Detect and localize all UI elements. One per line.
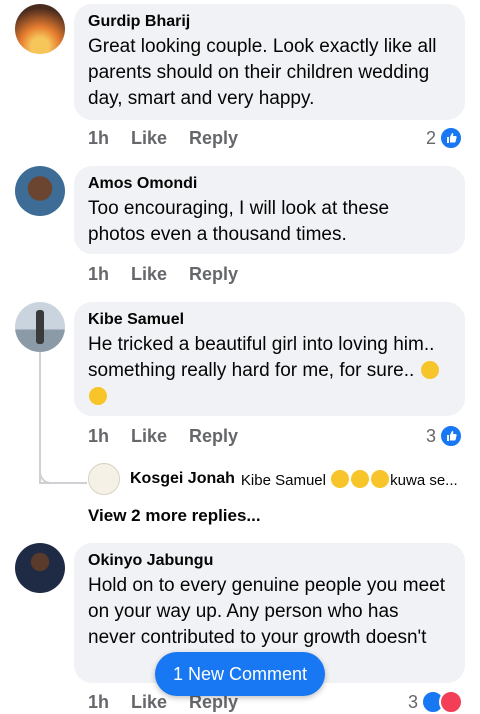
comment-text: Too encouraging, I will look at these ph… [88, 198, 390, 245]
laugh-emoji-icon [331, 469, 350, 488]
comment-author[interactable]: Gurdip Bharij [88, 12, 451, 32]
avatar[interactable] [15, 302, 65, 352]
like-button[interactable]: Like [131, 264, 167, 285]
reply-button[interactable]: Reply [189, 264, 238, 285]
comment-time[interactable]: 1h [88, 128, 109, 149]
thumbs-up-icon [439, 126, 463, 150]
reaction-summary[interactable]: 3 [408, 690, 463, 714]
comment-time[interactable]: 1h [88, 264, 109, 285]
reply-button[interactable]: Reply [189, 426, 238, 447]
comment-actions: 1h Like Reply [88, 264, 238, 285]
comment-bubble: Gurdip Bharij Great looking couple. Look… [74, 4, 465, 120]
reply-text-wrap: Kibe Samuel kuwa se... [241, 469, 458, 489]
reply-preview[interactable]: Kosgei Jonah Kibe Samuel kuwa se... [88, 462, 468, 496]
comment-author[interactable]: Okinyo Jabungu [88, 551, 451, 571]
like-button[interactable]: Like [131, 128, 167, 149]
avatar-figure [36, 310, 44, 344]
grin-emoji-icon [420, 361, 439, 379]
comment-actions: 1h Like Reply [88, 128, 238, 149]
comment-author[interactable]: Kibe Samuel [88, 310, 451, 330]
comment-bubble: Amos Omondi Too encouraging, I will look… [74, 166, 465, 254]
thumbs-up-icon [439, 424, 463, 448]
comment-author[interactable]: Amos Omondi [88, 174, 451, 194]
comment-text: He tricked a beautiful girl into loving … [88, 334, 435, 381]
avatar[interactable] [15, 543, 65, 593]
reply-text: kuwa se... [390, 471, 458, 489]
comment-text: Great looking couple. Look exactly like … [88, 36, 437, 109]
new-comment-button[interactable]: 1 New Comment [155, 652, 325, 696]
comment-bubble: Kibe Samuel He tricked a beautiful girl … [74, 302, 465, 416]
heart-icon [439, 690, 463, 714]
avatar[interactable] [15, 166, 65, 216]
reaction-summary[interactable]: 2 [426, 126, 463, 150]
reaction-summary[interactable]: 3 [426, 424, 463, 448]
grimace-emoji-icon [89, 387, 107, 405]
avatar[interactable] [88, 463, 120, 495]
view-more-replies-link[interactable]: View 2 more replies... [88, 506, 261, 526]
reaction-count: 2 [425, 127, 436, 148]
comment-text: Hold on to every genuine people you meet… [88, 575, 446, 648]
laugh-emoji-icon [351, 469, 370, 488]
laugh-emoji-icon [371, 469, 390, 488]
reaction-count: 3 [425, 425, 436, 446]
reply-author[interactable]: Kosgei Jonah [130, 470, 235, 488]
thread-connector-2 [39, 456, 87, 484]
reaction-count: 3 [407, 691, 418, 712]
reply-button[interactable]: Reply [189, 128, 238, 149]
avatar[interactable] [15, 4, 65, 54]
comment-actions: 1h Like Reply [88, 426, 238, 447]
like-button[interactable]: Like [131, 426, 167, 447]
comment-time[interactable]: 1h [88, 426, 109, 447]
comment-text-wrap: He tricked a beautiful girl into loving … [88, 332, 451, 410]
reply-mention[interactable]: Kibe Samuel [241, 472, 326, 489]
